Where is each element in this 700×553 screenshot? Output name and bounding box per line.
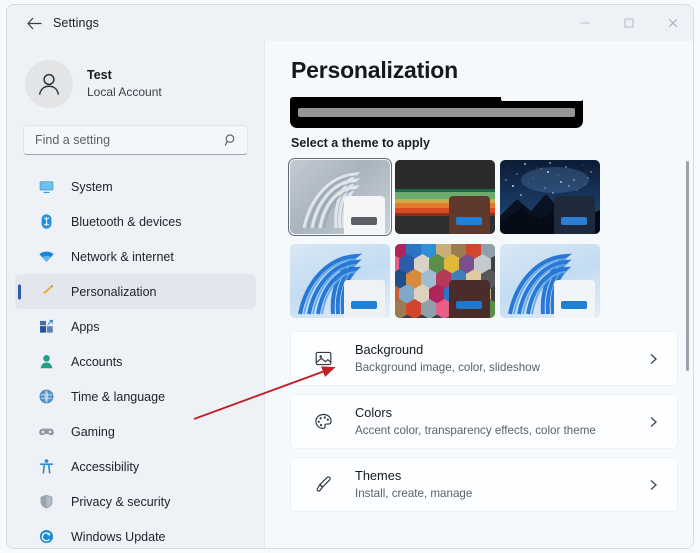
settings-rows: Background Background image, color, slid… (290, 331, 678, 512)
sidebar-item-label: Privacy & security (71, 494, 171, 509)
update-icon (37, 528, 55, 546)
sidebar-item-accounts[interactable]: Accounts (15, 344, 256, 379)
sidebar-item-time-language[interactable]: Time & language (15, 379, 256, 414)
theme-preview-taskbar (351, 217, 377, 225)
theme-light-bloom-gray[interactable] (287, 157, 393, 237)
theme-preview-taskbar (561, 301, 587, 309)
theme-preview-taskbar (456, 301, 482, 309)
sidebar-item-label: Gaming (71, 424, 115, 439)
page-title: Personalization (291, 57, 458, 83)
window-title: Settings (53, 16, 99, 30)
theme-grid (287, 157, 610, 318)
sidebar-item-apps[interactable]: Apps (15, 309, 256, 344)
avatar (25, 60, 73, 108)
theme-blue-bloom-light2[interactable] (500, 244, 600, 318)
theme-night-mountains[interactable] (500, 160, 600, 234)
row-title: Themes (355, 467, 402, 483)
sidebar-item-windows-update[interactable]: Windows Update (15, 519, 256, 548)
chevron-right-icon[interactable] (648, 478, 659, 491)
picture-icon (312, 348, 334, 370)
account-subtitle: Local Account (87, 84, 162, 99)
sidebar: Test Local Account System B (7, 41, 265, 548)
sidebar-item-privacy-security[interactable]: Privacy & security (15, 484, 256, 519)
window-frame: Settings Test Local Account Find a setti… (6, 4, 694, 549)
row-subtitle: Accent color, transparency effects, colo… (355, 424, 596, 438)
sidebar-item-label: Accounts (71, 354, 123, 369)
settings-row-colors[interactable]: Colors Accent color, transparency effect… (290, 394, 678, 449)
sidebar-item-label: System (71, 179, 113, 194)
row-subtitle: Background image, color, slideshow (355, 361, 540, 375)
theme-preview-chip (449, 280, 490, 318)
sidebar-item-accessibility[interactable]: Accessibility (15, 449, 256, 484)
theme-preview-chip (554, 196, 595, 234)
apps-icon (37, 318, 55, 336)
theme-preview-chip (554, 280, 595, 318)
sidebar-item-label: Accessibility (71, 459, 140, 474)
chevron-right-icon[interactable] (648, 415, 659, 428)
theme-blue-bloom-light[interactable] (290, 244, 390, 318)
sidebar-item-bluetooth-devices[interactable]: Bluetooth & devices (15, 204, 256, 239)
theme-preview-taskbar (351, 301, 377, 309)
close-button[interactable] (651, 5, 693, 41)
back-arrow-icon[interactable] (21, 10, 47, 36)
account-icon (37, 353, 55, 371)
minimize-button[interactable] (563, 5, 607, 41)
search-box[interactable] (23, 125, 248, 155)
maximize-button[interactable] (607, 5, 651, 41)
scrollbar-thumb[interactable] (686, 161, 689, 371)
sidebar-nav: System Bluetooth & devices Network & int… (7, 169, 264, 548)
theme-preview-taskbar (456, 217, 482, 225)
palette-icon (312, 411, 334, 433)
main-pane: Personalization Select a theme to apply (265, 41, 693, 548)
theme-preview-chip (449, 196, 490, 234)
bluetooth-icon (37, 213, 55, 231)
settings-row-themes[interactable]: Themes Install, create, manage (290, 457, 678, 512)
scrollbar[interactable] (683, 153, 693, 548)
search-icon[interactable] (224, 133, 238, 147)
theme-preview-taskbar (561, 217, 587, 225)
sidebar-item-gaming[interactable]: Gaming (15, 414, 256, 449)
sidebar-item-system[interactable]: System (15, 169, 256, 204)
wifi-icon (37, 248, 55, 266)
globe-clock-icon (37, 388, 55, 406)
shield-icon (37, 493, 55, 511)
sidebar-item-label: Time & language (71, 389, 166, 404)
redaction-bar-inner (298, 108, 575, 117)
theme-retro-stripes[interactable] (395, 160, 495, 234)
theme-preview-chip (344, 280, 385, 318)
row-title: Background (355, 341, 424, 357)
chevron-right-icon[interactable] (648, 352, 659, 365)
settings-window-screenshot: Settings Test Local Account Find a setti… (0, 0, 700, 553)
title-bar: Settings (7, 5, 693, 41)
theme-section-label: Select a theme to apply (291, 136, 430, 150)
gamepad-icon (37, 423, 55, 441)
sidebar-item-label: Bluetooth & devices (71, 214, 182, 229)
sidebar-item-label: Personalization (71, 284, 157, 299)
row-subtitle: Install, create, manage (355, 487, 473, 501)
sidebar-item-personalization[interactable]: Personalization (15, 274, 256, 309)
theme-preview-chip (344, 196, 385, 234)
accessibility-icon (37, 458, 55, 476)
brush-icon (312, 474, 334, 496)
settings-row-background[interactable]: Background Background image, color, slid… (290, 331, 678, 386)
window-controls (563, 5, 693, 41)
sidebar-item-label: Apps (71, 319, 100, 334)
sidebar-item-label: Windows Update (71, 529, 166, 544)
paintbrush-icon (37, 283, 55, 301)
row-title: Colors (355, 404, 392, 420)
account-header[interactable]: Test Local Account (7, 41, 264, 113)
theme-hex-pattern[interactable] (395, 244, 495, 318)
account-name: Test (87, 68, 112, 83)
monitor-icon (37, 178, 55, 196)
sidebar-item-network-internet[interactable]: Network & internet (15, 239, 256, 274)
sidebar-item-label: Network & internet (71, 249, 174, 264)
redaction-bar (290, 93, 583, 128)
search-input[interactable] (24, 126, 247, 154)
